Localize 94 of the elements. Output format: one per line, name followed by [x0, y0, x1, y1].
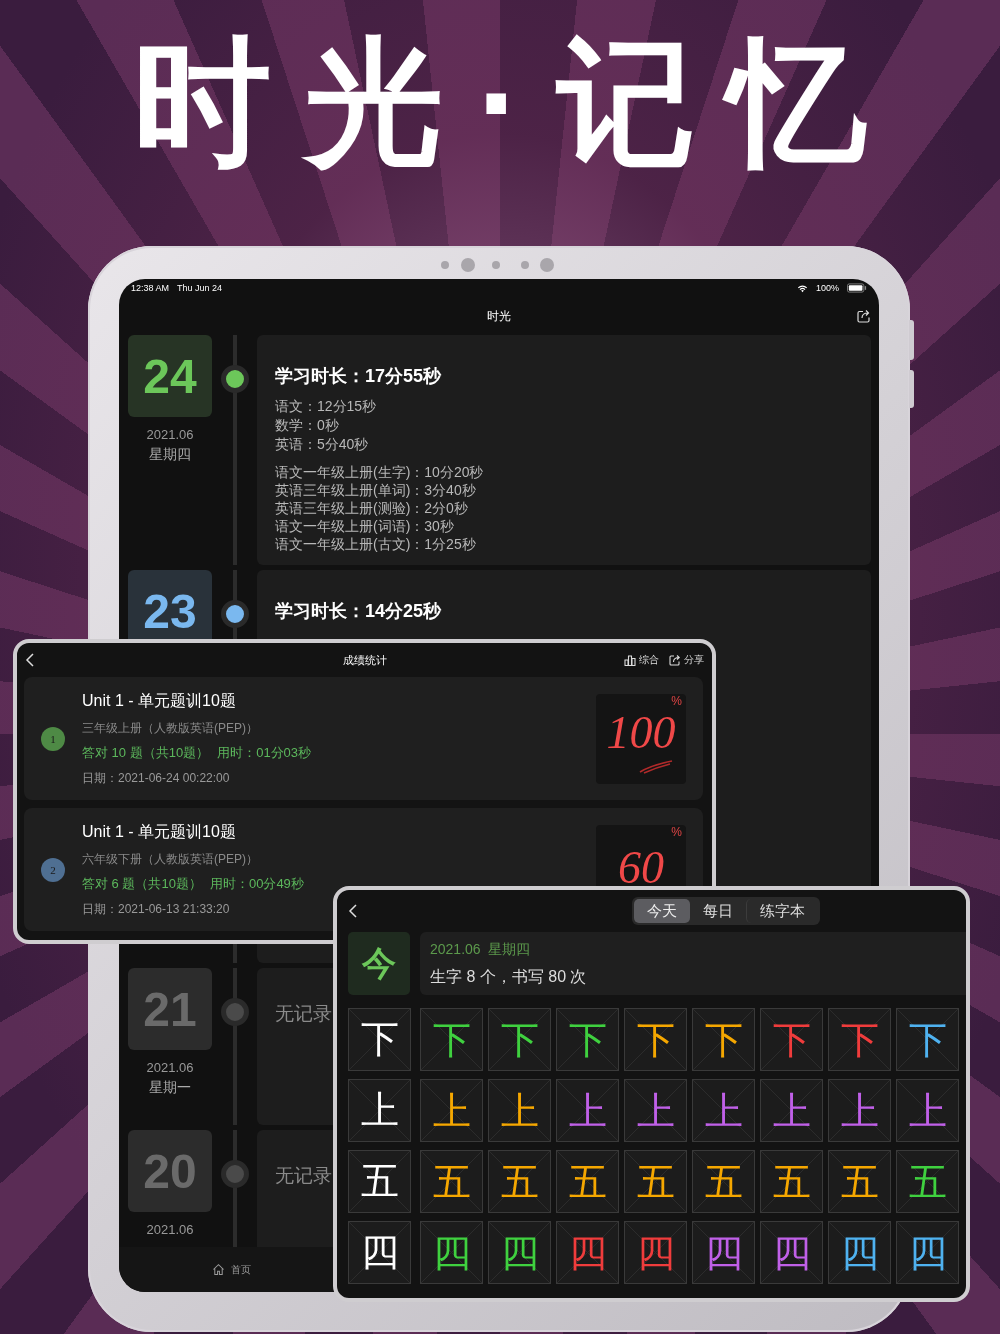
score-value: 60	[617, 840, 665, 895]
today-badge: 今	[348, 932, 410, 995]
month-label: 2021.06	[146, 1060, 194, 1075]
no-record-label: 无记录	[275, 1164, 332, 1188]
quiz-title: Unit 1 - 单元题训10题	[82, 690, 236, 711]
handwritten-character: 上	[908, 1091, 947, 1130]
handwritten-character: 下	[840, 1020, 879, 1059]
handwritten-character: 五	[500, 1162, 539, 1201]
score-value: 100	[605, 705, 677, 760]
time-used: 用时：01分03秒	[217, 743, 312, 762]
handwritten-character: 四	[704, 1233, 743, 1272]
handwritten-character: 上	[636, 1091, 675, 1130]
model-character: 下	[348, 1008, 411, 1071]
segment-tab[interactable]: 今天	[634, 899, 690, 923]
handwritten-character: 下	[908, 1020, 947, 1059]
book-time: 英语三年级上册(测验)：2分0秒	[275, 499, 469, 517]
model-character: 五	[348, 1150, 411, 1213]
study-duration: 学习时长：14分25秒	[275, 600, 443, 623]
weekday-label: 星期四	[149, 446, 191, 464]
handwritten-character: 上	[568, 1091, 607, 1130]
handwritten-character: 四	[432, 1233, 471, 1272]
handwritten-character: 下	[704, 1020, 743, 1059]
segment-tab[interactable]: 练字本	[746, 899, 818, 923]
share-icon	[669, 654, 681, 666]
handwritten-character: 下	[636, 1020, 675, 1059]
handwritten-character: 上	[500, 1091, 539, 1130]
model-character: 上	[348, 1079, 411, 1142]
battery-percent: 100%	[815, 283, 839, 293]
flourish-drawing	[638, 759, 674, 774]
handwritten-character: 五	[636, 1162, 675, 1201]
month-label: 2021.06	[146, 427, 194, 442]
share-button[interactable]: 分享	[669, 653, 704, 667]
handwritten-character: 下	[772, 1020, 811, 1059]
handwritten-character: 上	[840, 1091, 879, 1130]
subject-time: 英语：5分40秒	[275, 435, 370, 454]
quiz-date: 日期：2021-06-13 21:33:20	[82, 900, 230, 918]
study-duration: 学习时长：17分55秒	[275, 365, 443, 388]
handwritten-character: 五	[704, 1162, 743, 1201]
book-time: 英语三年级上册(单词)：3分40秒	[275, 481, 477, 499]
weekday-label: 星期一	[149, 1079, 191, 1097]
handwritten-character: 四	[636, 1233, 675, 1272]
month-label: 2021.06	[146, 1222, 194, 1237]
subject-time: 数学：0秒	[275, 416, 340, 435]
handwritten-character: 上	[432, 1091, 471, 1130]
time-used: 用时：00分49秒	[209, 874, 304, 893]
date-tile: 20	[128, 1130, 212, 1212]
battery-icon	[847, 283, 867, 293]
textbook-label: 六年级下册（人教版英语(PEP)）	[82, 850, 258, 868]
handwritten-character: 四	[500, 1233, 539, 1272]
date-tile: 21	[128, 968, 212, 1050]
handwritten-character: 下	[432, 1020, 471, 1059]
handwritten-character: 上	[772, 1091, 811, 1130]
book-time: 语文一年级上册(生字)：10分20秒	[275, 463, 485, 481]
status-date: Thu Jun 24	[177, 283, 223, 293]
handwritten-character: 五	[568, 1162, 607, 1201]
date-tile: 24	[128, 335, 212, 417]
bar-chart-icon	[624, 654, 636, 666]
screen-title: 时光	[487, 307, 511, 325]
wifi-icon	[796, 283, 808, 293]
panel-title: 成绩统计	[342, 652, 387, 668]
handwritten-character: 下	[568, 1020, 607, 1059]
quiz-title: Unit 1 - 单元题训10题	[82, 821, 236, 842]
book-time: 语文一年级上册(古文)：1分25秒	[275, 535, 477, 553]
handwritten-character: 上	[704, 1091, 743, 1130]
handwritten-character: 五	[432, 1162, 471, 1201]
handwritten-character: 五	[908, 1162, 947, 1201]
no-record-label: 无记录	[275, 1002, 332, 1026]
handwritten-character: 四	[772, 1233, 811, 1272]
segment-tab[interactable]: 每日	[690, 899, 746, 923]
status-time: 12:38 AM	[131, 283, 170, 293]
headline: 时光·记忆	[132, 24, 902, 181]
percent-sign: %	[671, 693, 682, 708]
index-badge: 2	[41, 857, 65, 882]
handwritten-character: 五	[840, 1162, 879, 1201]
summary-date: 2021.06 星期四	[430, 941, 532, 959]
index-badge: 1	[41, 726, 65, 751]
summary-button[interactable]: 综合	[624, 653, 659, 667]
handwritten-character: 五	[772, 1162, 811, 1201]
correct-count: 答对 6 题（共10题）	[82, 874, 202, 893]
home-icon	[212, 1263, 225, 1276]
handwritten-character: 下	[500, 1020, 539, 1059]
subject-time: 语文：12分15秒	[275, 397, 378, 416]
percent-sign: %	[671, 824, 682, 839]
summary-text: 生字 8 个，书写 80 次	[430, 967, 588, 987]
handwritten-character: 四	[908, 1233, 947, 1272]
home-tab[interactable]: 首页	[212, 1262, 251, 1277]
handwritten-character: 四	[840, 1233, 879, 1272]
share-button[interactable]	[857, 309, 871, 323]
correct-count: 答对 10 题（共10题）	[82, 743, 210, 762]
quiz-date: 日期：2021-06-24 00:22:00	[82, 769, 230, 787]
book-time: 语文一年级上册(词语)：30秒	[275, 517, 455, 535]
model-character: 四	[348, 1221, 411, 1284]
textbook-label: 三年级上册（人教版英语(PEP)）	[82, 719, 258, 737]
handwritten-character: 四	[568, 1233, 607, 1272]
